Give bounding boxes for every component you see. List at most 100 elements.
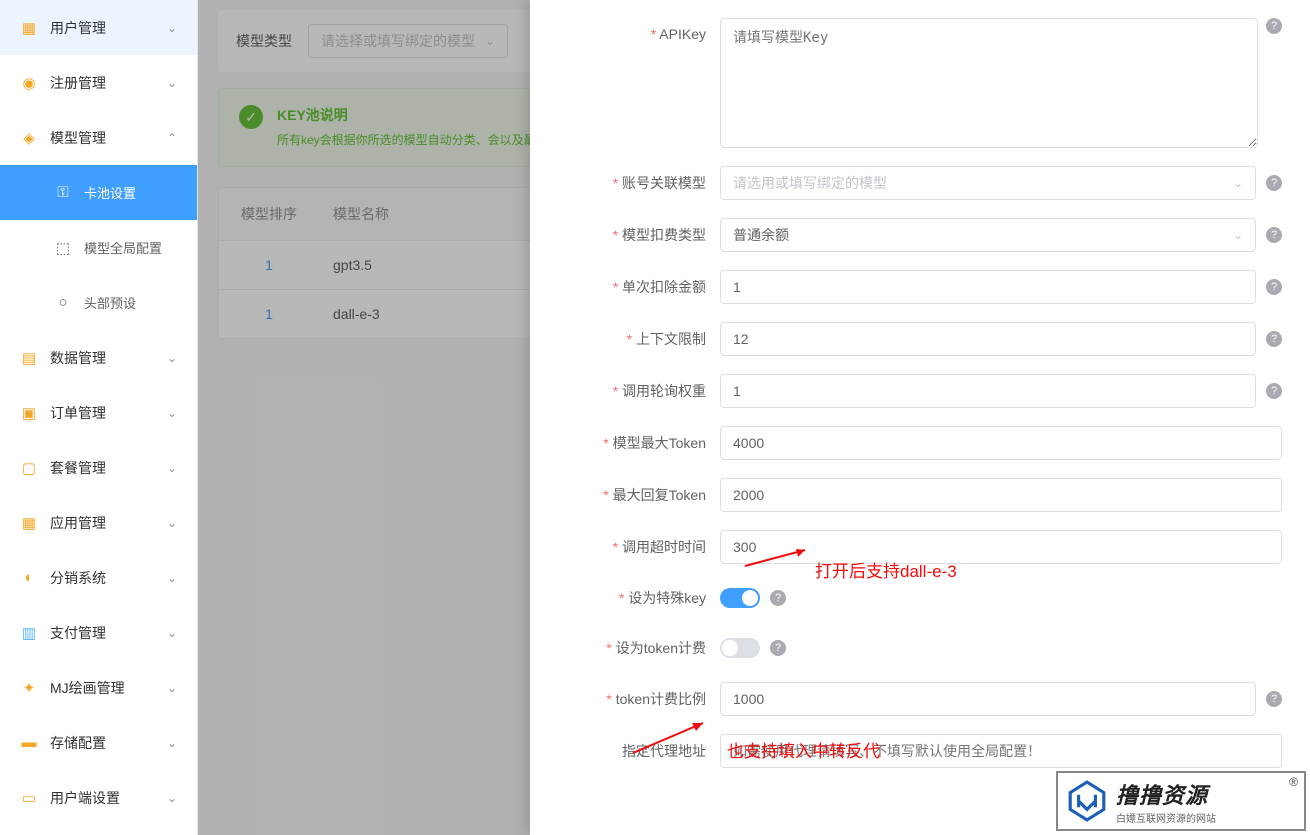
label-token-ratio: token计费比例 <box>530 683 720 715</box>
label-proxy: 指定代理地址 <box>530 735 720 767</box>
help-icon[interactable]: ? <box>1266 279 1282 295</box>
sidebar-item-model[interactable]: ◈ 模型管理 ⌃ <box>0 110 197 165</box>
chevron-down-icon: ⌄ <box>167 351 177 365</box>
max-token-input[interactable] <box>720 426 1282 460</box>
label-token-fee: 设为token计费 <box>530 632 720 664</box>
watermark-logo-icon <box>1066 780 1108 822</box>
label-max-token: 模型最大Token <box>530 427 720 459</box>
weight-input[interactable] <box>720 374 1256 408</box>
register-icon: ◉ <box>20 74 38 92</box>
select-value: 普通余额 <box>733 225 789 245</box>
sidebar-label: 注册管理 <box>50 73 106 93</box>
label-context: 上下文限制 <box>530 323 720 355</box>
sidebar-item-storage[interactable]: ▬ 存储配置 ⌄ <box>0 715 197 770</box>
storage-icon: ▬ <box>20 734 38 752</box>
mj-icon: ✦ <box>20 679 38 697</box>
select-placeholder: 请选用或填写绑定的模型 <box>733 173 887 193</box>
sidebar-item-card-pool[interactable]: ⚿ 卡池设置 <box>0 165 197 220</box>
chevron-down-icon: ⌄ <box>167 406 177 420</box>
circle-icon: ○ <box>54 294 72 312</box>
sidebar-item-apps[interactable]: ▦ 应用管理 ⌄ <box>0 495 197 550</box>
context-input[interactable] <box>720 322 1256 356</box>
timeout-input[interactable] <box>720 530 1282 564</box>
sidebar-label: 卡池设置 <box>84 183 136 202</box>
label-timeout: 调用超时时间 <box>530 531 720 563</box>
proxy-input[interactable] <box>720 734 1282 768</box>
help-icon[interactable]: ? <box>1266 691 1282 707</box>
pay-icon: ▥ <box>20 624 38 642</box>
reply-token-input[interactable] <box>720 478 1282 512</box>
bind-model-select[interactable]: 请选用或填写绑定的模型 ⌄ <box>720 166 1256 200</box>
chevron-down-icon: ⌄ <box>167 516 177 530</box>
apikey-input[interactable] <box>720 18 1258 148</box>
sidebar-label: 头部预设 <box>84 293 136 312</box>
chevron-down-icon: ⌄ <box>167 571 177 585</box>
label-bind-model: 账号关联模型 <box>530 167 720 199</box>
chevron-down-icon: ⌄ <box>167 626 177 640</box>
apps-icon: ▦ <box>20 514 38 532</box>
sidebar-item-model-global[interactable]: ⬚ 模型全局配置 <box>0 220 197 275</box>
chevron-down-icon: ⌄ <box>167 76 177 90</box>
sidebar-item-header-preset[interactable]: ○ 头部预设 <box>0 275 197 330</box>
help-icon[interactable]: ? <box>1266 331 1282 347</box>
sidebar-item-package[interactable]: ▢ 套餐管理 ⌄ <box>0 440 197 495</box>
label-deduct: 单次扣除金额 <box>530 271 720 303</box>
watermark-title: 撸撸资源 <box>1116 778 1216 810</box>
help-icon[interactable]: ? <box>1266 175 1282 191</box>
data-icon: ▤ <box>20 349 38 367</box>
dist-icon: ◐ <box>20 569 38 587</box>
deduct-input[interactable] <box>720 270 1256 304</box>
sidebar-label: 数据管理 <box>50 348 106 368</box>
sidebar-label: 模型全局配置 <box>84 238 162 257</box>
sidebar-item-mj[interactable]: ✦ MJ绘画管理 ⌄ <box>0 660 197 715</box>
order-icon: ▣ <box>20 404 38 422</box>
watermark-badge: 撸撸资源 白嫖互联网资源的网站 ® <box>1056 771 1306 831</box>
chevron-down-icon: ⌄ <box>1233 176 1243 190</box>
help-icon[interactable]: ? <box>1266 227 1282 243</box>
help-icon[interactable]: ? <box>1266 383 1282 399</box>
sidebar-item-user[interactable]: ▦ 用户管理 ⌄ <box>0 0 197 55</box>
chevron-down-icon: ⌄ <box>167 791 177 805</box>
token-ratio-input[interactable] <box>720 682 1256 716</box>
sidebar-label: 订单管理 <box>50 403 106 423</box>
sidebar-label: 模型管理 <box>50 128 106 148</box>
sidebar-item-client[interactable]: ▭ 用户端设置 ⌄ <box>0 770 197 825</box>
registered-icon: ® <box>1289 775 1298 789</box>
sidebar-label: 支付管理 <box>50 623 106 643</box>
client-icon: ▭ <box>20 789 38 807</box>
chevron-down-icon: ⌄ <box>167 681 177 695</box>
label-fee-type: 模型扣费类型 <box>530 219 720 251</box>
sidebar-label: 用户端设置 <box>50 788 120 808</box>
sidebar-label: MJ绘画管理 <box>50 678 125 698</box>
help-icon[interactable]: ? <box>770 590 786 606</box>
cube-icon: ⬚ <box>54 239 72 257</box>
package-icon: ▢ <box>20 459 38 477</box>
sidebar-label: 分销系统 <box>50 568 106 588</box>
sidebar-label: 用户管理 <box>50 18 106 38</box>
sidebar-item-register[interactable]: ◉ 注册管理 ⌄ <box>0 55 197 110</box>
help-icon[interactable]: ? <box>1266 18 1282 34</box>
help-icon[interactable]: ? <box>770 640 786 656</box>
sidebar-item-data[interactable]: ▤ 数据管理 ⌄ <box>0 330 197 385</box>
sidebar-item-distribute[interactable]: ◐ 分销系统 ⌄ <box>0 550 197 605</box>
chevron-down-icon: ⌄ <box>167 461 177 475</box>
sidebar-label: 套餐管理 <box>50 458 106 478</box>
fee-type-select[interactable]: 普通余额 ⌄ <box>720 218 1256 252</box>
sidebar-item-risk[interactable]: ◊ 风控管理 ⌄ <box>0 825 197 835</box>
chevron-down-icon: ⌄ <box>167 736 177 750</box>
label-weight: 调用轮询权重 <box>530 375 720 407</box>
sidebar-item-order[interactable]: ▣ 订单管理 ⌄ <box>0 385 197 440</box>
label-special: 设为特殊key <box>530 582 720 614</box>
sidebar-label: 应用管理 <box>50 513 106 533</box>
special-key-switch[interactable] <box>720 588 760 608</box>
sidebar-label: 存储配置 <box>50 733 106 753</box>
token-fee-switch[interactable] <box>720 638 760 658</box>
chevron-down-icon: ⌄ <box>167 21 177 35</box>
sidebar-item-pay[interactable]: ▥ 支付管理 ⌄ <box>0 605 197 660</box>
chevron-up-icon: ⌃ <box>167 131 177 145</box>
users-icon: ▦ <box>20 19 38 37</box>
model-icon: ◈ <box>20 129 38 147</box>
chevron-down-icon: ⌄ <box>1233 228 1243 242</box>
watermark-subtitle: 白嫖互联网资源的网站 <box>1116 810 1216 825</box>
label-reply-token: 最大回复Token <box>530 479 720 511</box>
